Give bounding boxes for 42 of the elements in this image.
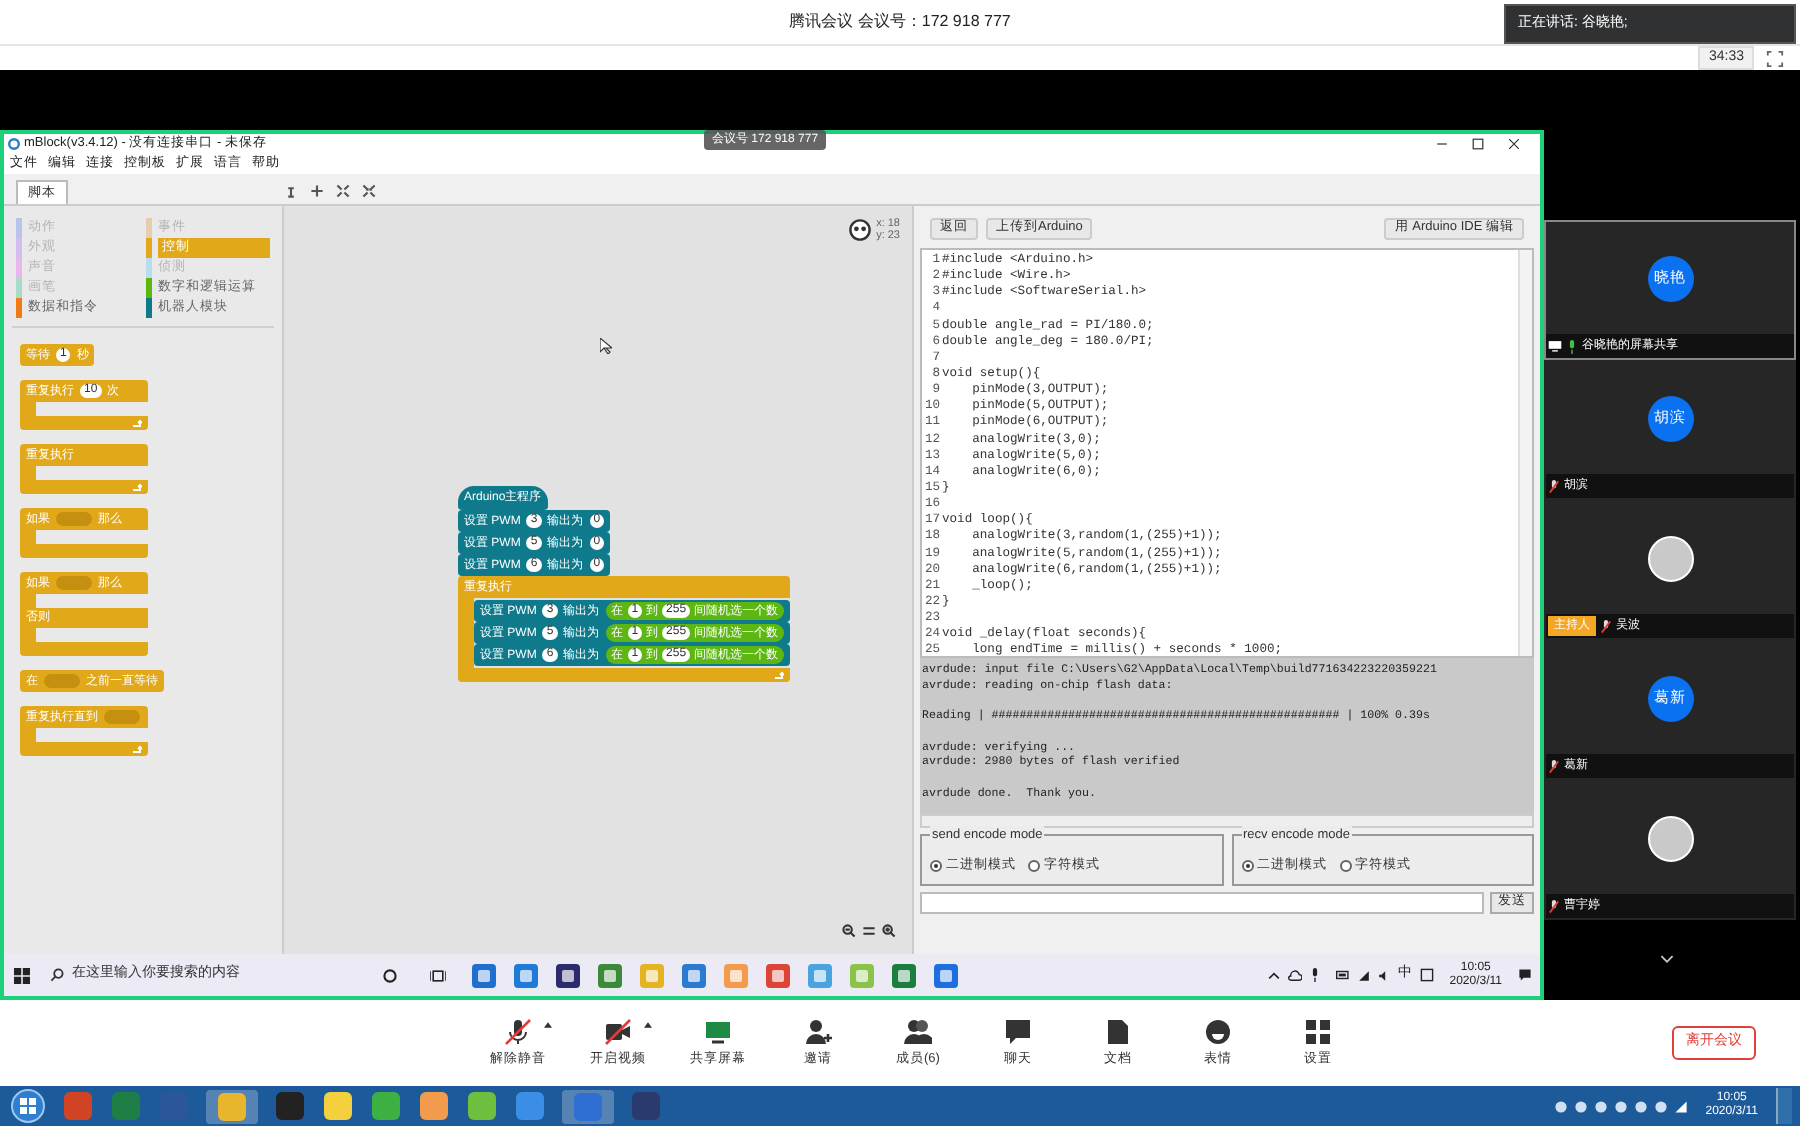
avatar-photo-placeholder xyxy=(1647,815,1693,861)
battery-icon[interactable] xyxy=(1335,970,1350,980)
app-logo-icon xyxy=(8,138,20,150)
app-icon[interactable] xyxy=(554,961,582,989)
microphone-icon[interactable] xyxy=(1309,968,1320,982)
speaker-icon[interactable] xyxy=(1377,969,1390,981)
app-icon[interactable] xyxy=(322,1090,354,1122)
zoom-in-icon[interactable] xyxy=(882,924,896,938)
expand-icon[interactable] xyxy=(336,183,350,197)
maximize-icon[interactable] xyxy=(1472,138,1484,150)
panda-sprite-icon xyxy=(848,218,873,242)
notification-icon[interactable] xyxy=(1518,968,1532,982)
signal-icon[interactable] xyxy=(1673,1099,1688,1113)
search-icon xyxy=(50,968,64,982)
cortana-icon[interactable] xyxy=(382,967,398,983)
chevron-up-icon[interactable] xyxy=(1267,969,1280,981)
meeting-title: 腾讯会议 会议号：172 918 777 xyxy=(789,10,1011,34)
windows-logo-icon[interactable] xyxy=(14,967,30,983)
close-icon[interactable] xyxy=(1508,138,1520,150)
start-orb-icon[interactable] xyxy=(10,1088,46,1124)
task-view-icon[interactable] xyxy=(430,967,446,983)
reset-zoom-icon[interactable] xyxy=(862,924,876,938)
avatar-photo-placeholder xyxy=(1647,535,1693,581)
loop-arrow-icon xyxy=(132,744,142,754)
radio-button[interactable] xyxy=(930,860,942,873)
send-input-field[interactable] xyxy=(920,892,1484,914)
shrink-icon[interactable] xyxy=(362,183,376,197)
screen-share-icon xyxy=(1548,340,1562,352)
crosshair-icon[interactable] xyxy=(310,183,324,197)
radio-button[interactable] xyxy=(1028,860,1040,873)
keyboard-icon[interactable] xyxy=(1419,968,1434,982)
loop-arrow-icon xyxy=(774,670,785,680)
loop-arrow-icon xyxy=(132,418,142,428)
radio-button[interactable] xyxy=(1339,860,1351,873)
fullscreen-icon[interactable] xyxy=(1766,49,1784,67)
cursor-icon xyxy=(600,338,612,354)
chevron-down-icon[interactable] xyxy=(1660,954,1674,964)
radio-button[interactable] xyxy=(1241,860,1253,873)
loop-arrow-icon xyxy=(132,482,142,492)
minimize-icon[interactable] xyxy=(1436,138,1448,150)
cloud-icon[interactable] xyxy=(1287,969,1302,981)
zoom-out-icon[interactable] xyxy=(842,924,856,938)
